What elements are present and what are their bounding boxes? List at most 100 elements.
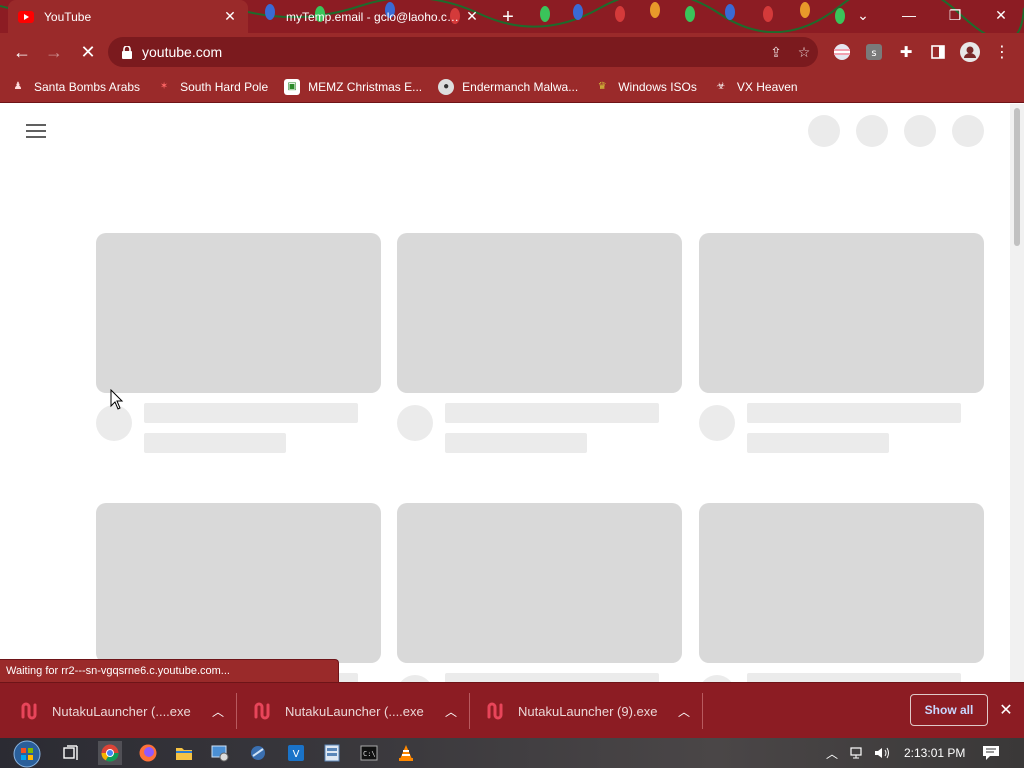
bookmark-south-hard-pole[interactable]: ✶ South Hard Pole [156, 79, 268, 95]
chevron-up-icon[interactable]: ︿ [674, 703, 694, 720]
chevron-up-icon[interactable]: ︿ [441, 703, 461, 720]
skeleton-meta-line [144, 433, 286, 453]
control-panel-icon[interactable] [208, 741, 232, 765]
bookmarks-bar: ♟ Santa Bombs Arabs ✶ South Hard Pole ▣ … [0, 71, 1024, 103]
skeleton-video-card [397, 503, 682, 682]
tab-title: myTemp.email - gclo@laoho.com [286, 9, 462, 24]
skeleton-meta-line [445, 433, 587, 453]
skeleton-thumbnail [96, 233, 381, 393]
show-all-downloads-button[interactable]: Show all [910, 694, 988, 726]
skeleton-title-line [445, 673, 659, 682]
bookmark-santa-bombs-arabs[interactable]: ♟ Santa Bombs Arabs [10, 79, 141, 95]
extensions-puzzle-icon[interactable]: ✚ [896, 42, 916, 62]
santa-icon: ♟ [13, 81, 23, 92]
task-view-icon[interactable] [60, 741, 84, 765]
skeleton-video-card [96, 233, 381, 453]
side-panel-icon[interactable] [928, 42, 948, 62]
vlc-icon[interactable] [394, 741, 418, 765]
tab-mytemp-email[interactable]: myTemp.email - gclo@laoho.com ✕ [250, 0, 490, 33]
skeleton-video-card [699, 233, 984, 453]
bookmark-endermanch-malware[interactable]: ● Endermanch Malwa... [438, 78, 579, 95]
close-window-button[interactable]: ✕ [978, 0, 1024, 30]
skeleton-avatar [699, 405, 735, 441]
action-center-icon[interactable] [982, 738, 1000, 768]
forward-button[interactable]: → [40, 38, 68, 66]
file-explorer-icon[interactable] [172, 741, 196, 765]
skeleton-video-card [699, 503, 984, 682]
address-bar[interactable]: youtube.com ⇪ ☆ [108, 37, 818, 67]
start-orb-icon[interactable] [12, 739, 42, 768]
lock-icon[interactable] [120, 45, 134, 59]
nutaku-file-icon [21, 702, 37, 720]
download-filename: NutakuLauncher (9).exe [518, 703, 658, 719]
chrome-menu-icon[interactable]: ⋮ [992, 42, 1012, 62]
bookmark-vx-heaven[interactable]: ☣ VX Heaven [713, 79, 797, 95]
taskbar-clock[interactable]: 2:13:01 PM [904, 738, 965, 768]
skeleton-title-line [747, 673, 961, 682]
firefox-taskbar-icon[interactable] [136, 741, 160, 765]
skeleton-title-line [445, 403, 659, 423]
bookmark-label: Endermanch Malwa... [462, 79, 579, 94]
system-tool-icon[interactable] [320, 741, 344, 765]
trophy-icon: ♛ [597, 81, 607, 92]
download-separator [236, 693, 237, 729]
skeleton-avatar [397, 405, 433, 441]
skeleton-header-button [808, 115, 840, 147]
skeleton-thumbnail [397, 233, 682, 393]
guide-menu-icon[interactable] [26, 124, 46, 138]
skeleton-thumbnail [96, 503, 381, 663]
tab-youtube[interactable]: YouTube ✕ [8, 0, 248, 33]
download-item[interactable]: NutakuLauncher (....exe ︿ [253, 683, 461, 739]
memz-icon: ▣ [284, 78, 301, 95]
scrollbar-thumb[interactable] [1014, 108, 1020, 246]
share-icon[interactable]: ⇪ [762, 38, 790, 66]
restore-button[interactable]: ❐ [932, 0, 978, 30]
virtualbox-icon[interactable]: V [284, 741, 308, 765]
svg-text:C:\: C:\ [363, 750, 376, 758]
bookmark-memz-christmas[interactable]: ▣ MEMZ Christmas E... [284, 78, 422, 95]
skeleton-thumbnail [699, 503, 984, 663]
bookmark-label: Windows ISOs [618, 79, 697, 94]
skeleton-header-button [904, 115, 936, 147]
volume-icon[interactable] [874, 738, 892, 768]
show-hidden-icons-chevron-icon[interactable]: ︿ [826, 738, 838, 768]
download-filename: NutakuLauncher (....exe [52, 703, 191, 719]
bookmark-label: South Hard Pole [180, 79, 269, 94]
nutaku-file-icon [254, 702, 270, 720]
download-item[interactable]: NutakuLauncher (9).exe ︿ [486, 683, 694, 739]
command-prompt-icon[interactable]: C:\ [357, 741, 381, 765]
tab-search-chevron-icon[interactable]: ⌄ [840, 0, 886, 30]
skeleton-header-button [856, 115, 888, 147]
extension-flag-icon[interactable] [832, 42, 852, 62]
tab-strip: YouTube ✕ myTemp.email - gclo@laoho.com … [0, 0, 1024, 33]
status-bubble: Waiting for rr2---sn-vgqsrne6.c.youtube.… [0, 659, 339, 682]
new-tab-button[interactable]: + [496, 5, 520, 29]
chrome-taskbar-icon[interactable] [98, 741, 122, 765]
bookmark-star-icon[interactable]: ☆ [790, 38, 818, 66]
minimize-button[interactable]: — [886, 0, 932, 30]
close-tab-icon[interactable]: ✕ [462, 7, 482, 27]
skeleton-thumbnail [397, 503, 682, 663]
skeleton-video-card [397, 233, 682, 453]
download-item[interactable]: NutakuLauncher (....exe ︿ [20, 683, 228, 739]
stop-loading-button[interactable]: ✕ [74, 38, 102, 66]
bookmark-label: Santa Bombs Arabs [34, 79, 141, 94]
skeleton-thumbnail [699, 233, 984, 393]
nutaku-file-icon [487, 702, 503, 720]
chevron-up-icon[interactable]: ︿ [208, 703, 228, 720]
network-icon[interactable] [850, 738, 866, 768]
windows-taskbar: V C:\ ︿ 2:13:01 PM [0, 738, 1024, 768]
extension-s-icon[interactable]: s [864, 42, 884, 62]
network-tool-icon[interactable] [246, 741, 270, 765]
raccoon-icon: ● [438, 78, 455, 95]
skeleton-meta-line [747, 433, 889, 453]
star-icon: ✶ [159, 81, 169, 92]
svg-text:s: s [871, 48, 876, 59]
page-scrollbar[interactable] [1010, 104, 1024, 682]
close-tab-icon[interactable]: ✕ [220, 7, 240, 27]
close-download-shelf-icon[interactable]: ✕ [996, 700, 1016, 720]
back-button[interactable]: ← [8, 38, 36, 66]
profile-avatar-icon[interactable] [960, 42, 980, 62]
bookmark-windows-isos[interactable]: ♛ Windows ISOs [594, 79, 697, 95]
url-text: youtube.com [142, 44, 223, 60]
